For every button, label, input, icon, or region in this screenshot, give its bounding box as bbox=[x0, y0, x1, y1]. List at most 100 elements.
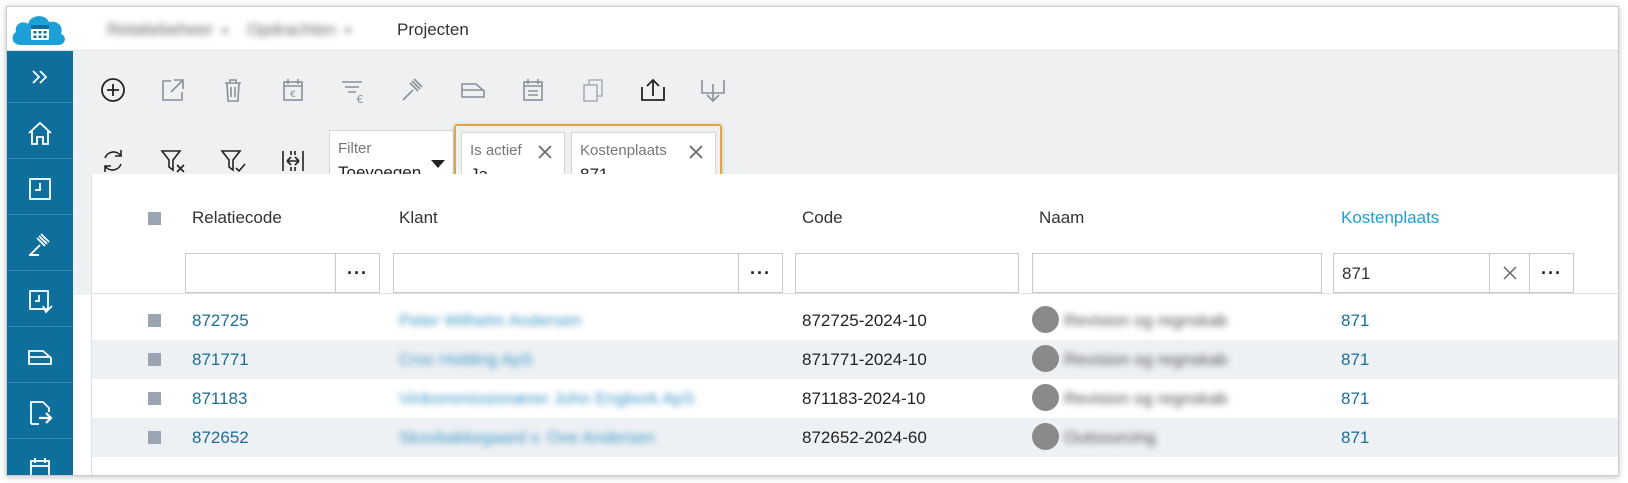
calendar-list-button[interactable] bbox=[515, 72, 551, 108]
more-options-button[interactable]: ··· bbox=[335, 254, 379, 292]
cell-kostenplaats[interactable]: 871 bbox=[1341, 428, 1369, 448]
calendar-euro-button[interactable]: € bbox=[275, 72, 311, 108]
expand-icon bbox=[32, 69, 48, 84]
open-button[interactable] bbox=[155, 72, 191, 108]
more-options-button[interactable]: ··· bbox=[1529, 254, 1573, 292]
gavel-button[interactable] bbox=[395, 72, 431, 108]
clock-icon bbox=[29, 177, 51, 200]
timesheet-approve-icon bbox=[29, 289, 53, 314]
close-icon bbox=[1502, 266, 1517, 280]
sidebar-item-invoices[interactable] bbox=[7, 331, 73, 383]
table-row[interactable]: 871771 Croc Holding ApS 871771-2024-10 R… bbox=[92, 340, 1618, 379]
delete-icon bbox=[225, 79, 241, 102]
sidebar-item-legal[interactable] bbox=[7, 219, 73, 271]
clear-filter-button[interactable] bbox=[1489, 254, 1529, 292]
invoice-icon bbox=[28, 349, 52, 365]
filter-relatiecode[interactable]: ··· bbox=[185, 253, 380, 293]
add-button[interactable] bbox=[95, 72, 131, 108]
breadcrumb-item-1[interactable]: Relatiebeheer bbox=[107, 20, 229, 40]
sidebar-item-calendar[interactable] bbox=[7, 443, 73, 475]
filter-klant[interactable]: ··· bbox=[393, 253, 783, 293]
filter-euro-icon: € bbox=[342, 81, 364, 105]
more-options-button[interactable]: ··· bbox=[738, 254, 782, 292]
table-row[interactable]: 871183 Vinkommissionærer John Engbork Ap… bbox=[92, 379, 1618, 418]
calendar-icon bbox=[30, 457, 50, 475]
projects-grid: Relatiecode Klant Code Naam Kostenplaats… bbox=[91, 174, 1618, 475]
cell-klant[interactable]: Vinkommissionærer John Engbork ApS bbox=[399, 389, 694, 409]
app-window: Relatiebeheer Opdrachten Projecten € € F… bbox=[6, 6, 1619, 476]
column-header-kostenplaats[interactable]: Kostenplaats bbox=[1341, 208, 1439, 228]
top-bar: Relatiebeheer Opdrachten Projecten bbox=[7, 7, 1618, 51]
column-header-klant[interactable]: Klant bbox=[399, 208, 438, 228]
close-icon[interactable] bbox=[536, 143, 554, 161]
gavel-icon bbox=[402, 78, 423, 101]
open-external-icon bbox=[162, 79, 184, 101]
row-checkbox[interactable] bbox=[148, 353, 161, 366]
cell-klant[interactable]: Skovbakkegaard v. Ove Andersen bbox=[399, 428, 655, 448]
calendar-euro-icon: € bbox=[283, 79, 303, 101]
cell-relatiecode[interactable]: 872652 bbox=[192, 428, 249, 448]
export-icon bbox=[641, 78, 665, 101]
fit-columns-icon bbox=[282, 151, 304, 171]
column-header-code[interactable]: Code bbox=[802, 208, 843, 228]
cell-naam: Revision og regnskab bbox=[1064, 389, 1228, 408]
invoice-send-icon bbox=[30, 400, 53, 425]
cell-relatiecode[interactable]: 871183 bbox=[192, 389, 247, 409]
gavel-icon bbox=[29, 232, 50, 256]
cell-naam: Revision og regnskab bbox=[1064, 350, 1228, 369]
filter-euro-button[interactable]: € bbox=[335, 72, 371, 108]
cell-code: 872652-2024-60 bbox=[802, 428, 927, 447]
sidebar-expand-button[interactable] bbox=[7, 51, 73, 103]
avatar bbox=[1032, 306, 1059, 333]
filter-code[interactable] bbox=[795, 253, 1019, 293]
close-icon[interactable] bbox=[687, 143, 705, 161]
cell-relatiecode[interactable]: 872725 bbox=[192, 311, 249, 331]
cell-code: 871771-2024-10 bbox=[802, 350, 927, 369]
sidebar-item-approve-time[interactable] bbox=[7, 275, 73, 327]
svg-text:€: € bbox=[290, 90, 296, 100]
row-checkbox[interactable] bbox=[148, 392, 161, 405]
svg-text:€: € bbox=[357, 93, 364, 105]
cell-kostenplaats[interactable]: 871 bbox=[1341, 389, 1369, 409]
app-logo-icon[interactable] bbox=[9, 9, 69, 51]
cell-naam: Revision og regnskab bbox=[1064, 311, 1228, 330]
clear-filter-icon bbox=[160, 150, 185, 173]
import-icon bbox=[701, 80, 725, 103]
invoice-icon bbox=[461, 83, 485, 98]
cell-code: 871183-2024-10 bbox=[802, 389, 926, 408]
filter-naam[interactable] bbox=[1032, 253, 1322, 293]
calendar-list-icon bbox=[523, 79, 543, 101]
refresh-icon bbox=[104, 150, 122, 172]
column-header-naam[interactable]: Naam bbox=[1039, 208, 1084, 228]
table-row[interactable]: 872652 Skovbakkegaard v. Ove Andersen 87… bbox=[92, 418, 1618, 457]
add-icon bbox=[101, 78, 125, 102]
sidebar-item-home[interactable] bbox=[7, 107, 73, 159]
breadcrumb-item-2[interactable]: Opdrachten bbox=[247, 20, 352, 40]
chevron-down-icon bbox=[220, 28, 229, 33]
cell-kostenplaats[interactable]: 871 bbox=[1341, 311, 1369, 331]
filter-check-icon bbox=[220, 150, 246, 173]
cell-kostenplaats[interactable]: 871 bbox=[1341, 350, 1369, 370]
copy-button[interactable] bbox=[575, 72, 611, 108]
cell-code: 872725-2024-10 bbox=[802, 311, 927, 330]
row-checkbox[interactable] bbox=[148, 314, 161, 327]
invoice-button[interactable] bbox=[455, 72, 491, 108]
filter-kostenplaats[interactable]: 871 ··· bbox=[1333, 253, 1574, 293]
chevron-down-icon bbox=[343, 28, 352, 33]
grid-header: Relatiecode Klant Code Naam Kostenplaats… bbox=[92, 174, 1618, 294]
import-button[interactable] bbox=[695, 72, 731, 108]
sidebar-item-time[interactable] bbox=[7, 163, 73, 215]
cell-relatiecode[interactable]: 871771 bbox=[192, 350, 249, 370]
avatar bbox=[1032, 423, 1059, 450]
select-all-checkbox[interactable] bbox=[148, 212, 161, 225]
cell-klant[interactable]: Croc Holding ApS bbox=[399, 350, 533, 370]
row-checkbox[interactable] bbox=[148, 431, 161, 444]
caret-down-icon bbox=[431, 160, 445, 168]
sidebar-item-send-invoices[interactable] bbox=[7, 387, 73, 439]
cell-naam: Outsourcing bbox=[1064, 428, 1156, 447]
table-row[interactable]: 872725 Peter Wilhelm Andersen 872725-202… bbox=[92, 301, 1618, 340]
cell-klant[interactable]: Peter Wilhelm Andersen bbox=[399, 311, 581, 331]
column-header-relatiecode[interactable]: Relatiecode bbox=[192, 208, 282, 228]
delete-button[interactable] bbox=[215, 72, 251, 108]
export-button[interactable] bbox=[635, 72, 671, 108]
